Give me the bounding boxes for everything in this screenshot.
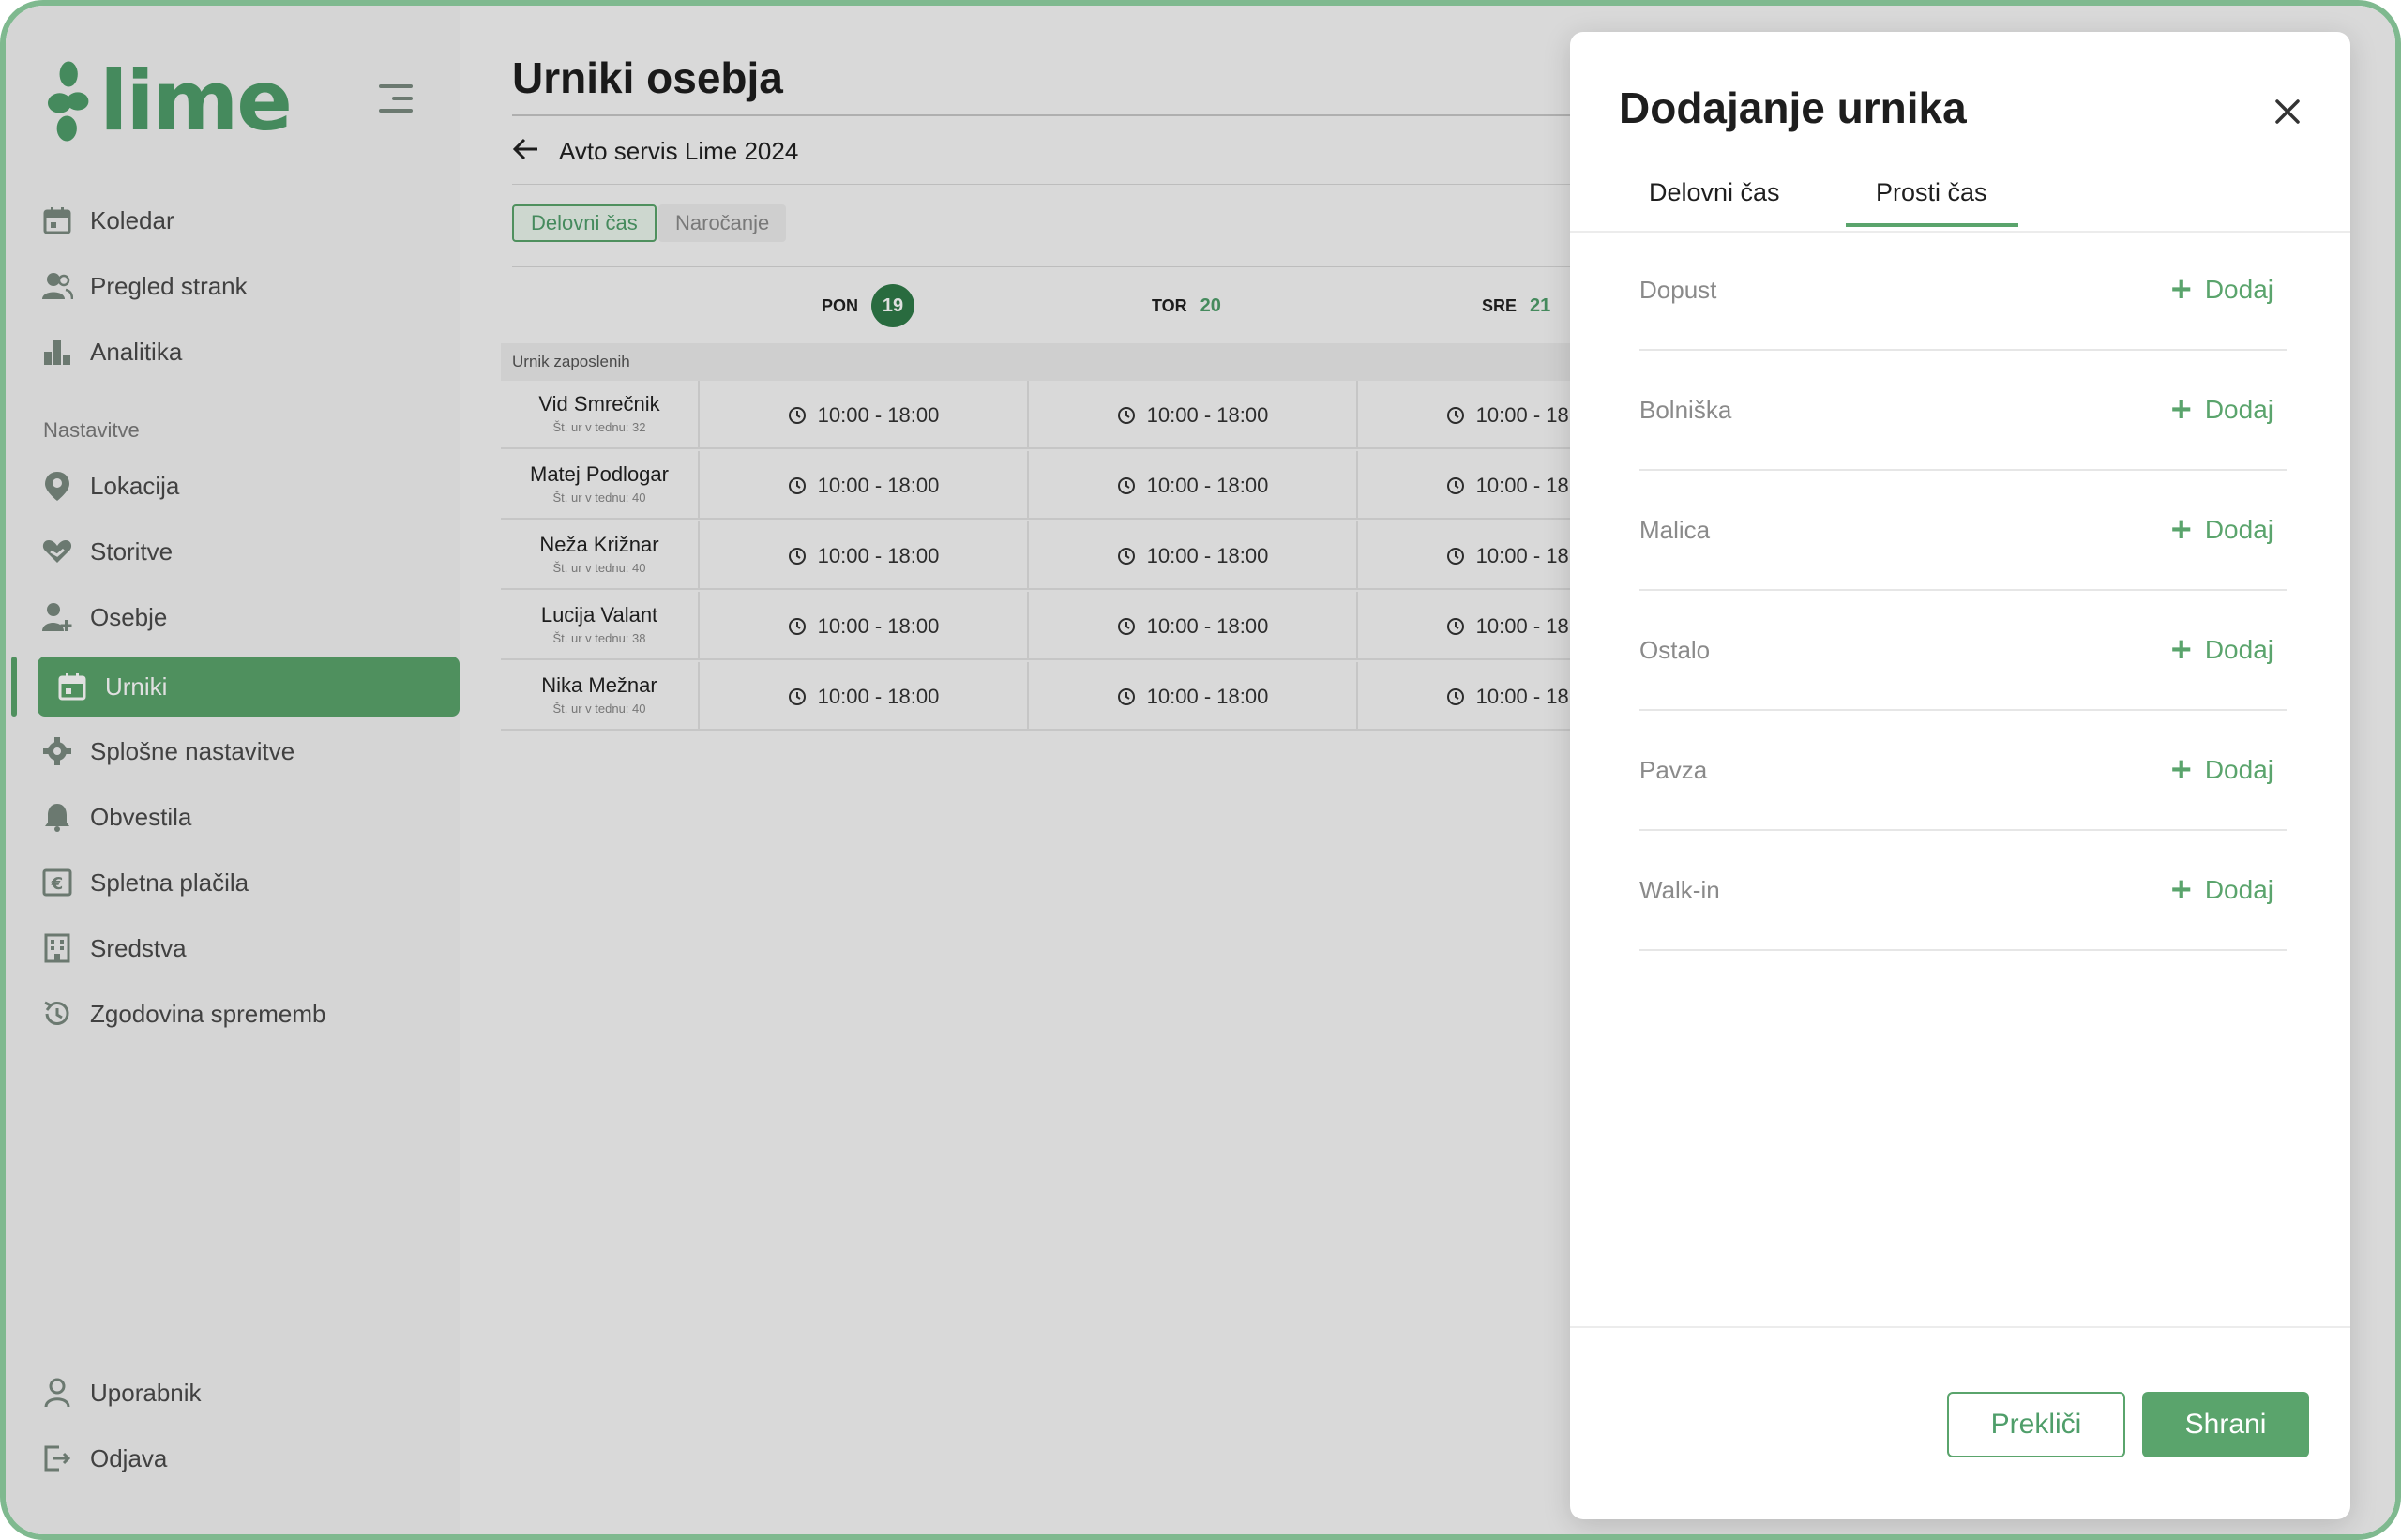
- divider: [1570, 1326, 2350, 1328]
- list-item-bolniska: Bolniška + Dodaj: [1639, 385, 2287, 471]
- list-item-ostalo: Ostalo + Dodaj: [1639, 625, 2287, 711]
- list-item-pavza: Pavza + Dodaj: [1639, 745, 2287, 831]
- plus-icon: +: [2170, 630, 2192, 670]
- plus-icon: +: [2170, 750, 2192, 790]
- add-label: Dodaj: [2204, 275, 2273, 304]
- list-item-dopust: Dopust + Dodaj: [1639, 264, 2287, 351]
- plus-icon: +: [2170, 870, 2192, 910]
- category-label: Pavza: [1639, 756, 1708, 784]
- add-label: Dodaj: [2204, 755, 2273, 784]
- category-label: Bolniška: [1639, 396, 1732, 424]
- add-label: Dodaj: [2204, 395, 2273, 424]
- tab-prosti-cas[interactable]: Prosti čas: [1876, 178, 1987, 207]
- plus-icon: +: [2170, 390, 2192, 430]
- add-button[interactable]: + Dodaj: [2171, 632, 2273, 668]
- add-button[interactable]: + Dodaj: [2171, 872, 2273, 908]
- plus-icon: +: [2170, 270, 2192, 310]
- divider: [1570, 231, 2350, 233]
- add-label: Dodaj: [2204, 875, 2273, 904]
- cancel-button[interactable]: Prekliči: [1947, 1392, 2125, 1457]
- plus-icon: +: [2170, 510, 2192, 550]
- list-item-malica: Malica + Dodaj: [1639, 505, 2287, 591]
- tab-delovni-cas[interactable]: Delovni čas: [1649, 178, 1780, 207]
- add-button[interactable]: + Dodaj: [2171, 512, 2273, 548]
- close-button[interactable]: [2264, 88, 2311, 135]
- save-button[interactable]: Shrani: [2142, 1392, 2309, 1457]
- category-label: Ostalo: [1639, 636, 1711, 664]
- add-button[interactable]: + Dodaj: [2171, 752, 2273, 788]
- category-label: Walk-in: [1639, 876, 1720, 904]
- drawer-title: Dodajanje urnika: [1619, 83, 1967, 132]
- category-label: Malica: [1639, 516, 1711, 544]
- category-label: Dopust: [1639, 276, 1717, 304]
- add-label: Dodaj: [2204, 515, 2273, 544]
- add-schedule-drawer: Dodajanje urnika Delovni čas Prosti čas …: [1570, 32, 2350, 1519]
- list-item-walk-in: Walk-in + Dodaj: [1639, 865, 2287, 951]
- add-label: Dodaj: [2204, 635, 2273, 664]
- app-frame: lime Koledar Pregled strank Analitika Na…: [0, 0, 2401, 1540]
- close-icon: [2275, 99, 2300, 124]
- add-button[interactable]: + Dodaj: [2171, 392, 2273, 428]
- active-tab-indicator: [1846, 223, 2018, 227]
- add-button[interactable]: + Dodaj: [2171, 272, 2273, 308]
